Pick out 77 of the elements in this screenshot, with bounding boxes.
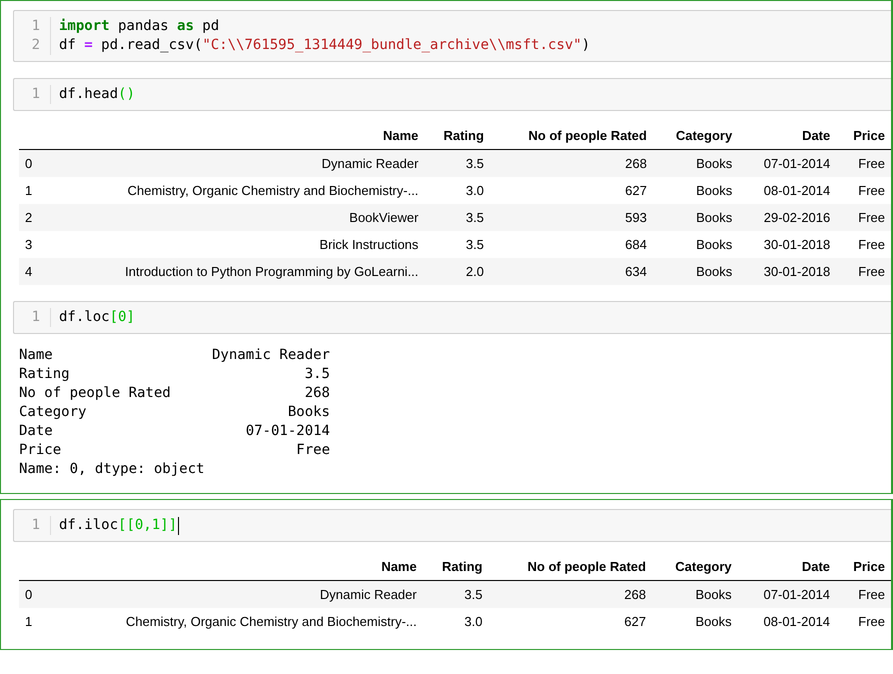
table-cell: 3.5 <box>422 580 488 608</box>
table-cell: 3.5 <box>424 204 490 231</box>
line-number: 1 <box>32 516 41 535</box>
table-cell: 268 <box>490 150 653 177</box>
table-cell: Free <box>836 258 891 285</box>
table-cell: 593 <box>490 204 653 231</box>
series-label: Date <box>19 422 54 441</box>
table-cell: 3.5 <box>424 150 490 177</box>
table-cell: Books <box>652 258 738 285</box>
code-input[interactable]: 1 df.head() <box>13 78 891 111</box>
code-input[interactable]: 1 df.iloc[[0,1]] <box>13 509 891 542</box>
table-cell: Free <box>836 608 891 635</box>
table-cell: 627 <box>490 177 653 204</box>
row-index: 3 <box>19 231 44 258</box>
table-cell: Free <box>836 231 891 258</box>
table-cell: Dynamic Reader <box>43 580 423 608</box>
table-cell: Chemistry, Organic Chemistry and Biochemistry-... <box>43 608 423 635</box>
code-line: df.iloc[[0,1]] <box>59 516 180 535</box>
table-cell: 29-02-2016 <box>738 204 836 231</box>
line-number: 1 <box>32 17 41 36</box>
row-index: 4 <box>19 258 44 285</box>
table-cell: BookViewer <box>43 204 424 231</box>
table-cell: Books <box>652 204 738 231</box>
code-line: df.head() <box>59 85 135 104</box>
table-cell: Dynamic Reader <box>43 150 424 177</box>
table-cell: 07-01-2014 <box>738 150 836 177</box>
table-cell: Free <box>836 177 891 204</box>
series-label: Rating <box>19 365 71 384</box>
table-cell: 684 <box>490 231 653 258</box>
row-index: 0 <box>19 580 44 608</box>
table-cell: 07-01-2014 <box>738 580 836 608</box>
series-value: 07-01-2014 <box>244 422 330 441</box>
table-cell: Books <box>652 231 738 258</box>
table-cell: Free <box>836 204 891 231</box>
table-cell: 634 <box>490 258 653 285</box>
table-cell: 627 <box>488 608 652 635</box>
line-number: 2 <box>32 36 41 55</box>
text-cursor <box>178 516 180 534</box>
code-line: df.loc[0] <box>59 308 135 327</box>
table-cell: Chemistry, Organic Chemistry and Biochemistry-... <box>43 177 424 204</box>
table-cell: 08-01-2014 <box>738 608 836 635</box>
code-line: df = pd.read_csv("C:\\761595_1314449_bundle_archive\\msft.csv") <box>59 36 590 55</box>
series-value: 268 <box>304 384 330 403</box>
series-value: 3.5 <box>304 365 330 384</box>
row-index: 0 <box>19 150 44 177</box>
table-cell: 30-01-2018 <box>738 231 836 258</box>
code-input[interactable]: 1 2 import pandas as pd df = pd.read_csv("C:\\761595_1314449_bundle_archive\\msft.csv") <box>13 10 891 62</box>
series-label: Price <box>19 441 62 460</box>
series-label: No of people Rated <box>19 384 172 403</box>
series-label: Category <box>19 403 88 422</box>
table-cell: Free <box>836 150 891 177</box>
line-number: 1 <box>32 308 41 327</box>
line-number: 1 <box>32 85 41 104</box>
table-cell: 2.0 <box>424 258 490 285</box>
series-footer: Name: 0, dtype: object <box>19 460 330 479</box>
table-cell: 268 <box>488 580 652 608</box>
table-cell: Books <box>652 150 738 177</box>
row-index: 1 <box>19 177 44 204</box>
code-input[interactable]: 1 df.loc[0] <box>13 301 891 334</box>
table-cell: Free <box>836 580 891 608</box>
series-value: Free <box>295 441 330 460</box>
series-label: Name <box>19 346 54 365</box>
table-cell: Introduction to Python Programming by GoLearni... <box>43 258 424 285</box>
series-value: Dynamic Reader <box>210 346 330 365</box>
row-index: 2 <box>19 204 44 231</box>
table-cell: 3.0 <box>424 177 490 204</box>
series-value: Books <box>286 403 330 422</box>
table-cell: 30-01-2018 <box>738 258 836 285</box>
code-line: import pandas as pd <box>59 17 220 36</box>
table-cell: Brick Instructions <box>43 231 424 258</box>
table-cell: Books <box>652 608 738 635</box>
table-cell: 3.5 <box>424 231 490 258</box>
table-cell: Books <box>652 177 738 204</box>
table-cell: 08-01-2014 <box>738 177 836 204</box>
row-index: 1 <box>19 608 44 635</box>
table-cell: 3.0 <box>422 608 488 635</box>
table-cell: Books <box>652 580 738 608</box>
